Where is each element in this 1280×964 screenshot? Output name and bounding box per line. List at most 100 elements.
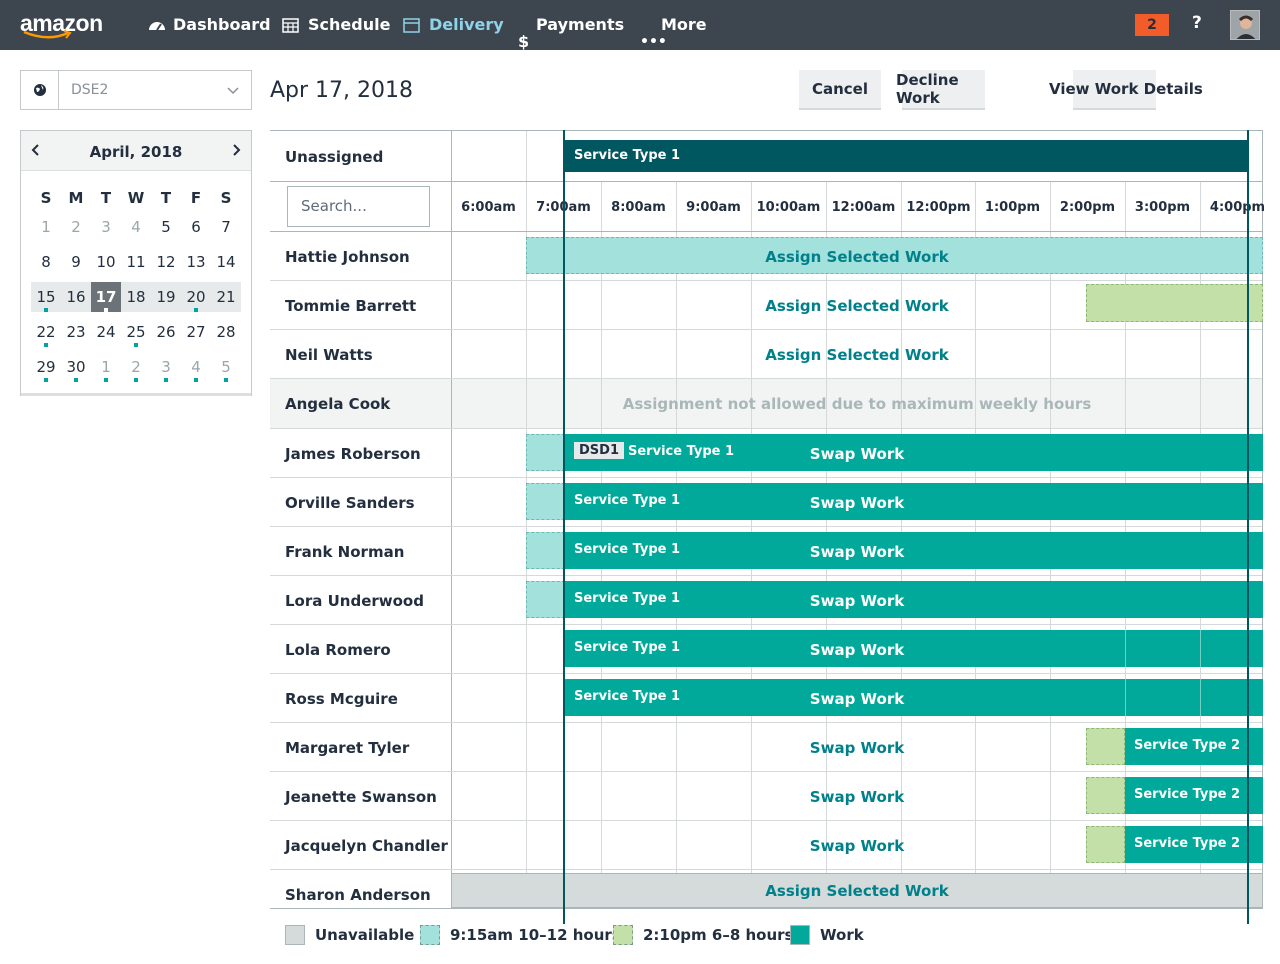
calendar-day[interactable]: 22 [31, 317, 61, 347]
calendar-day[interactable]: 4 [121, 212, 151, 242]
calendar-day[interactable]: 10 [91, 247, 121, 277]
calendar-day[interactable]: 2 [61, 212, 91, 242]
availability-block-afternoon [1086, 826, 1125, 863]
bar-label: Service Type 1 [574, 689, 681, 704]
calendar-day[interactable]: 3 [91, 212, 121, 242]
calendar-day[interactable]: 26 [151, 317, 181, 347]
work-bar[interactable]: Service Type 1 [565, 483, 1263, 520]
driver-name: Orville Sanders [285, 494, 415, 512]
row-action-link[interactable]: Assign Selected Work [765, 882, 948, 900]
help-icon[interactable]: ? [1192, 13, 1202, 33]
availability-block-morning [526, 532, 565, 569]
row-action-link[interactable]: Swap Work [810, 641, 904, 659]
row-action-link[interactable]: Swap Work [810, 739, 904, 757]
calendar-day[interactable]: 1 [31, 212, 61, 242]
row-action-link[interactable]: Swap Work [810, 494, 904, 512]
avatar[interactable] [1230, 10, 1260, 40]
calendar-day[interactable]: 5 [211, 352, 241, 382]
calendar-day[interactable]: 8 [31, 247, 61, 277]
calendar-day[interactable]: 3 [151, 352, 181, 382]
row-action-link[interactable]: Swap Work [810, 592, 904, 610]
driver-name: Margaret Tyler [285, 739, 410, 757]
calendar-day[interactable]: 4 [181, 352, 211, 382]
calendar-day[interactable]: 9 [61, 247, 91, 277]
availability-block-morning [526, 581, 565, 618]
nav-delivery[interactable]: Delivery [403, 0, 504, 50]
row-action-link[interactable]: Swap Work [810, 445, 904, 463]
calendar-day[interactable]: 2 [121, 352, 151, 382]
grid-column-line [1125, 630, 1126, 667]
calendar-day[interactable]: 12 [151, 247, 181, 277]
calendar-day[interactable]: 1 [91, 352, 121, 382]
calendar-day[interactable]: 6 [181, 212, 211, 242]
weekday-label: W [127, 189, 145, 207]
calendar-day[interactable]: 23 [61, 317, 91, 347]
cancel-button[interactable]: Cancel [799, 70, 881, 110]
calendar-day[interactable]: 13 [181, 247, 211, 277]
calendar-day[interactable]: 21 [211, 282, 241, 312]
row-action-link[interactable]: Assign Selected Work [765, 297, 948, 315]
work-bar[interactable]: Service Type 2 [1125, 777, 1263, 814]
weekday-label: T [100, 189, 112, 207]
legend-label: 2:10pm 6–8 hours [643, 926, 794, 944]
row-action-link[interactable]: Swap Work [810, 837, 904, 855]
nav-label: More [661, 15, 707, 34]
calendar-day[interactable]: 28 [211, 317, 241, 347]
unassigned-work-bar[interactable]: Service Type 1 [565, 140, 1249, 172]
page-title: Apr 17, 2018 [270, 78, 414, 103]
calendar-day[interactable]: 11 [121, 247, 151, 277]
nav-label: Payments [536, 15, 625, 34]
row-action-link[interactable]: Swap Work [810, 690, 904, 708]
view-work-details-button[interactable]: View Work Details [1049, 70, 1203, 110]
work-bar[interactable]: Service Type 2 [1125, 826, 1263, 863]
calendar-day[interactable]: 19 [151, 282, 181, 312]
nav-dashboard[interactable]: Dashboard [147, 0, 271, 50]
row-action-link[interactable]: Assign Selected Work [765, 248, 948, 266]
nav-label: Schedule [308, 15, 391, 34]
grid-row-line [270, 771, 1263, 772]
decline-work-button[interactable]: Decline Work [896, 70, 985, 110]
calendar-day[interactable]: 14 [211, 247, 241, 277]
nav-more[interactable]: ••• More [640, 0, 707, 50]
calendar-day[interactable]: 16 [61, 282, 91, 312]
work-bar[interactable]: Service Type 1 [565, 532, 1263, 569]
work-bar[interactable]: Service Type 2 [1125, 728, 1263, 765]
time-label: 6:00am [461, 200, 516, 215]
search-input[interactable]: Search... [287, 186, 430, 227]
row-action-link[interactable]: Swap Work [810, 788, 904, 806]
grid-column-line [1200, 630, 1201, 667]
grid-row-line [270, 908, 1263, 909]
calendar-day[interactable]: 20 [181, 282, 211, 312]
driver-name: Lola Romero [285, 641, 391, 659]
calendar-day[interactable]: 25 [121, 317, 151, 347]
work-bar[interactable]: Service Type 1 [565, 679, 1263, 716]
nav-payments[interactable]: $ Payments [518, 0, 625, 51]
driver-name: Jeanette Swanson [285, 788, 437, 806]
grid-column-line [526, 130, 527, 181]
calendar-day[interactable]: 17 [91, 282, 121, 312]
calendar-day[interactable]: 27 [181, 317, 211, 347]
station-select[interactable]: DSE2 [20, 70, 252, 110]
availability-block-morning [526, 483, 565, 520]
chevron-right-icon[interactable] [229, 142, 243, 158]
bar-label: Service Type 2 [1134, 738, 1241, 753]
notifications-badge[interactable]: 2 [1135, 14, 1169, 36]
work-bar[interactable]: Service Type 1 [565, 630, 1263, 667]
work-bar[interactable]: DSD1 Service Type 1 [565, 434, 1263, 471]
nav-schedule[interactable]: Schedule [282, 0, 390, 50]
work-bar[interactable]: Service Type 1 [565, 581, 1263, 618]
calendar-day[interactable]: 15 [31, 282, 61, 312]
row-action-link[interactable]: Assign Selected Work [765, 346, 948, 364]
view-work-details-label: View Work Details [1049, 80, 1203, 98]
calendar-day[interactable]: 7 [211, 212, 241, 242]
calendar-day[interactable]: 30 [61, 352, 91, 382]
driver-name: James Roberson [285, 445, 421, 463]
row-action-link[interactable]: Swap Work [810, 543, 904, 561]
bar-label: Service Type 2 [1134, 836, 1241, 851]
has-work-dot [74, 378, 78, 382]
grid-row-line [270, 477, 1263, 478]
calendar-day[interactable]: 29 [31, 352, 61, 382]
calendar-day[interactable]: 18 [121, 282, 151, 312]
calendar-day[interactable]: 5 [151, 212, 181, 242]
calendar-day[interactable]: 24 [91, 317, 121, 347]
